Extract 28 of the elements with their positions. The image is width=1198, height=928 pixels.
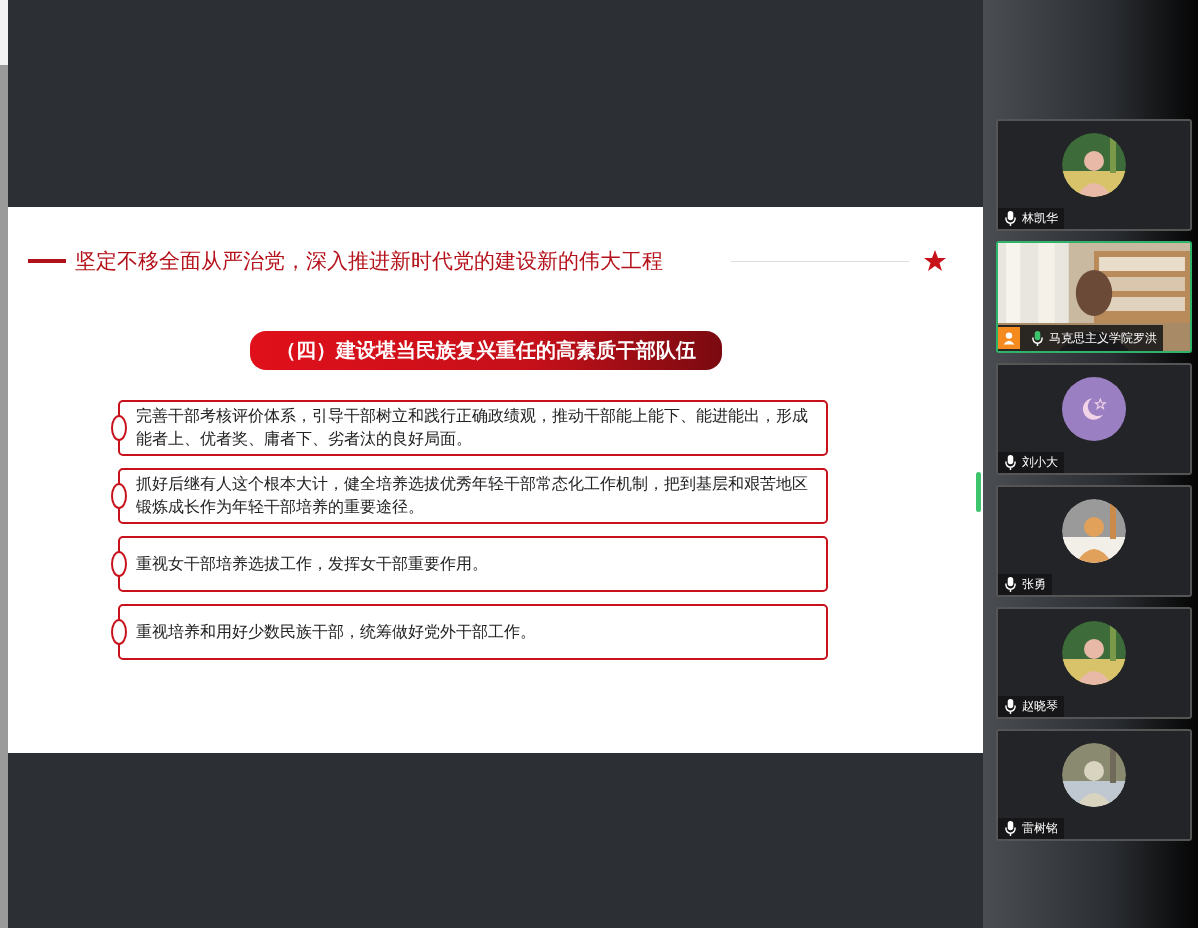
bullet-text: 重视培养和用好少数民族干部，统筹做好党外干部工作。 [136,621,536,643]
title-bar-icon [28,259,66,263]
participant-tile[interactable]: 雷树铭 [996,729,1192,841]
participant-tile[interactable]: 林凯华 [996,119,1192,231]
microphone-icon[interactable] [1031,329,1044,347]
participant-name: 张勇 [1022,576,1046,593]
participant-name: 雷树铭 [1022,820,1058,837]
participant-name: 刘小大 [1022,454,1058,471]
star-icon [923,249,947,273]
microphone-icon[interactable] [1004,576,1017,593]
bullet-text: 完善干部考核评价体系，引导干部树立和践行正确政绩观，推动干部能上能下、能进能出，形成能者上、优者奖、庸者下、劣者汰的良好局面。 [136,406,809,450]
scroll-handle[interactable] [976,472,981,512]
participant-tile[interactable]: 张勇 [996,485,1192,597]
participant-tile[interactable]: 马克思主义学院罗洪 [996,241,1192,353]
participant-name: 赵晓琴 [1022,698,1058,715]
participant-tile[interactable]: 刘小大 [996,363,1192,475]
section-banner: （四）建设堪当民族复兴重任的高素质干部队伍 [249,331,722,370]
participant-name: 林凯华 [1022,210,1058,227]
bullet-text: 抓好后继有人这个根本大计，健全培养选拔优秀年轻干部常态化工作机制，把到基层和艰苦地区锻炼成长作为年轻干部培养的重要途径。 [136,474,809,518]
microphone-icon[interactable] [1004,210,1017,227]
person-icon [998,327,1020,349]
microphone-icon[interactable] [1004,454,1017,471]
participant-tile[interactable]: 赵晓琴 [996,607,1192,719]
microphone-icon[interactable] [1004,698,1017,715]
slide-title: 坚定不移全面从严治党，深入推进新时代党的建设新的伟大工程 [75,248,663,275]
bullet-text: 重视女干部培养选拔工作，发挥女干部重要作用。 [136,553,488,575]
microphone-icon[interactable] [1004,820,1017,837]
participant-name: 马克思主义学院罗洪 [1049,329,1157,347]
